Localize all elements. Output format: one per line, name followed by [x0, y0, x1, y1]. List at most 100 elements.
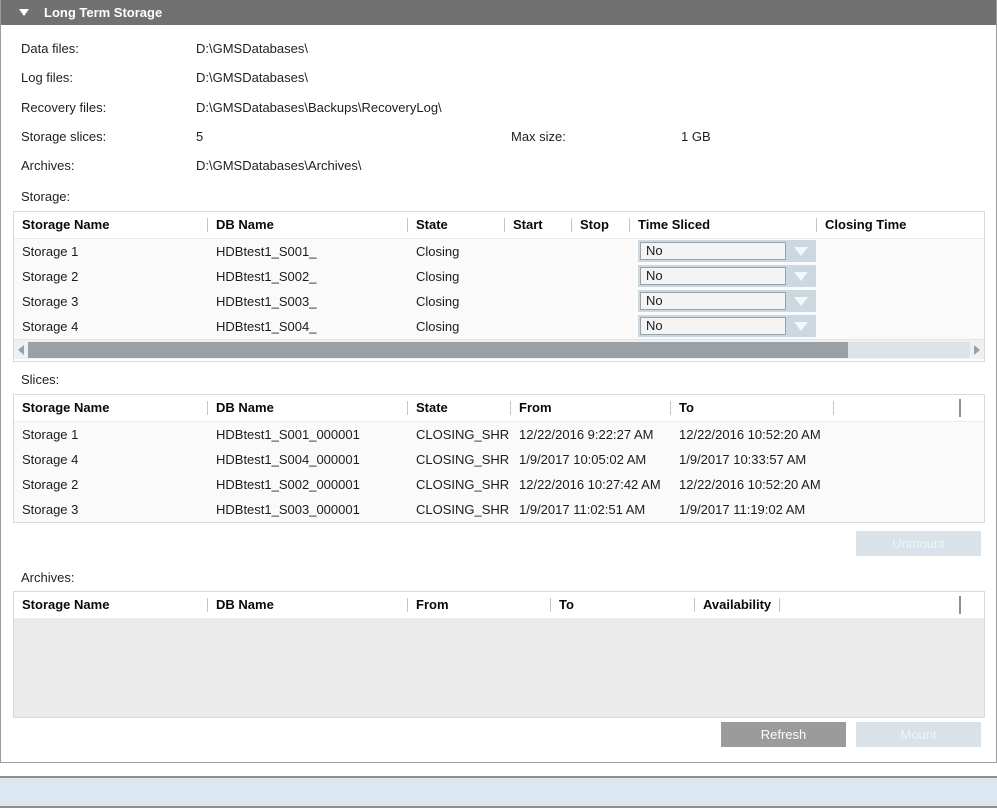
- data-files-label: Data files:: [21, 41, 79, 56]
- closing-time-cell: [817, 289, 984, 314]
- storage-table-header: Storage NameDB NameStateStartStopTime Sl…: [14, 212, 984, 239]
- start-cell: [505, 314, 572, 339]
- dropdown-selected-value: No: [640, 242, 786, 260]
- column-header[interactable]: Closing Time: [817, 212, 984, 238]
- db-name-cell: HDBtest1_S001_: [208, 239, 408, 264]
- to-cell: 12/22/2016 10:52:20 AM: [671, 422, 834, 447]
- refresh-button[interactable]: Refresh: [721, 722, 846, 747]
- archives-table: Storage NameDB NameFromToAvailability: [13, 591, 985, 718]
- slices-table-body: Storage 1HDBtest1_S001_000001CLOSING_SHR…: [14, 422, 984, 522]
- extra-cell: [834, 422, 961, 447]
- long-term-storage-panel: Long Term Storage Data files: D:\GMSData…: [0, 0, 997, 763]
- state-cell: CLOSING_SHR: [408, 422, 511, 447]
- scrollbar-thumb[interactable]: [28, 342, 848, 358]
- mount-button[interactable]: Mount: [856, 722, 981, 747]
- data-files-row: Data files: D:\GMSDatabases\: [1, 41, 996, 59]
- chevron-down-icon[interactable]: [786, 265, 816, 287]
- column-header[interactable]: Availability: [695, 592, 780, 618]
- time-sliced-cell: No: [630, 289, 817, 314]
- recovery-files-label: Recovery files:: [21, 100, 106, 115]
- db-name-cell: HDBtest1_S001_000001: [208, 422, 408, 447]
- column-header[interactable]: To: [671, 395, 834, 421]
- table-row[interactable]: Storage 2HDBtest1_S002_000001CLOSING_SHR…: [14, 472, 984, 497]
- archives-table-body: [14, 619, 984, 717]
- table-row[interactable]: Storage 3HDBtest1_S003_000001CLOSING_SHR…: [14, 497, 984, 522]
- column-header[interactable]: Storage Name: [14, 212, 208, 238]
- storage-name-cell: Storage 2: [14, 472, 208, 497]
- stop-cell: [572, 239, 630, 264]
- column-header[interactable]: State: [408, 395, 511, 421]
- column-header[interactable]: [780, 592, 961, 618]
- max-size-label: Max size:: [511, 129, 566, 144]
- storage-table-body: Storage 1HDBtest1_S001_ClosingNoStorage …: [14, 239, 984, 339]
- column-header[interactable]: Start: [505, 212, 572, 238]
- scrollbar-track[interactable]: [28, 342, 970, 358]
- to-cell: 1/9/2017 11:19:02 AM: [671, 497, 834, 522]
- bottom-strip: [0, 776, 997, 808]
- time-sliced-dropdown[interactable]: No: [638, 265, 816, 287]
- db-name-cell: HDBtest1_S004_000001: [208, 447, 408, 472]
- column-header[interactable]: Time Sliced: [630, 212, 817, 238]
- state-cell: CLOSING_SHR: [408, 472, 511, 497]
- scroll-left-icon[interactable]: [14, 345, 28, 355]
- column-header[interactable]: DB Name: [208, 592, 408, 618]
- collapse-expander-icon[interactable]: [19, 9, 29, 16]
- table-row[interactable]: Storage 3HDBtest1_S003_Closing No: [14, 289, 984, 314]
- recovery-files-value: D:\GMSDatabases\Backups\RecoveryLog\: [196, 100, 442, 115]
- time-sliced-dropdown[interactable]: No: [638, 315, 816, 337]
- storage-name-cell: Storage 3: [14, 289, 208, 314]
- panel-title: Long Term Storage: [44, 5, 162, 20]
- db-name-cell: HDBtest1_S002_000001: [208, 472, 408, 497]
- stop-cell: [572, 289, 630, 314]
- state-cell: Closing: [408, 289, 505, 314]
- slices-table-header: Storage NameDB NameStateFromTo: [14, 395, 984, 422]
- archives-path-label: Archives:: [21, 158, 74, 173]
- column-header[interactable]: State: [408, 212, 505, 238]
- column-header[interactable]: To: [551, 592, 695, 618]
- column-header[interactable]: From: [511, 395, 671, 421]
- table-row[interactable]: Storage 4HDBtest1_S004_ClosingNo: [14, 314, 984, 339]
- db-name-cell: HDBtest1_S004_: [208, 314, 408, 339]
- archives-table-header: Storage NameDB NameFromToAvailability: [14, 592, 984, 619]
- column-header[interactable]: Storage Name: [14, 395, 208, 421]
- column-header[interactable]: Stop: [572, 212, 630, 238]
- column-header[interactable]: DB Name: [208, 212, 408, 238]
- storage-slices-value: 5: [196, 129, 203, 144]
- column-header[interactable]: Storage Name: [14, 592, 208, 618]
- slices-section-label: Slices:: [21, 372, 59, 387]
- storage-name-cell: Storage 3: [14, 497, 208, 522]
- time-sliced-cell: No: [630, 314, 817, 339]
- closing-time-cell: [817, 264, 984, 289]
- chevron-down-icon[interactable]: [786, 290, 816, 312]
- panel-header[interactable]: Long Term Storage: [1, 0, 996, 25]
- db-name-cell: HDBtest1_S003_: [208, 289, 408, 314]
- stop-cell: [572, 314, 630, 339]
- to-cell: 12/22/2016 10:52:20 AM: [671, 472, 834, 497]
- start-cell: [505, 289, 572, 314]
- table-row[interactable]: Storage 4HDBtest1_S004_000001CLOSING_SHR…: [14, 447, 984, 472]
- storage-name-cell: Storage 2: [14, 264, 208, 289]
- table-row[interactable]: Storage 2HDBtest1_S002_ClosingNo: [14, 264, 984, 289]
- extra-cell: [834, 472, 961, 497]
- table-row[interactable]: Storage 1HDBtest1_S001_ClosingNo: [14, 239, 984, 264]
- column-header[interactable]: [834, 395, 961, 421]
- stop-cell: [572, 264, 630, 289]
- recovery-files-row: Recovery files: D:\GMSDatabases\Backups\…: [1, 100, 996, 118]
- chevron-down-icon[interactable]: [786, 315, 816, 337]
- storage-slices-row: Storage slices: 5 Max size: 1 GB: [1, 129, 996, 147]
- column-header[interactable]: From: [408, 592, 551, 618]
- dropdown-selected-value: No: [640, 317, 786, 335]
- chevron-down-icon[interactable]: [786, 240, 816, 262]
- column-header[interactable]: DB Name: [208, 395, 408, 421]
- horizontal-scrollbar[interactable]: [14, 339, 984, 359]
- from-cell: 1/9/2017 10:05:02 AM: [511, 447, 671, 472]
- time-sliced-dropdown[interactable]: No: [638, 290, 816, 312]
- unmount-button[interactable]: Unmount: [856, 531, 981, 556]
- time-sliced-dropdown[interactable]: No: [638, 240, 816, 262]
- scroll-right-icon[interactable]: [970, 345, 984, 355]
- storage-name-cell: Storage 4: [14, 314, 208, 339]
- table-row[interactable]: Storage 1HDBtest1_S001_000001CLOSING_SHR…: [14, 422, 984, 447]
- state-cell: Closing: [408, 239, 505, 264]
- archives-path-value: D:\GMSDatabases\Archives\: [196, 158, 361, 173]
- start-cell: [505, 264, 572, 289]
